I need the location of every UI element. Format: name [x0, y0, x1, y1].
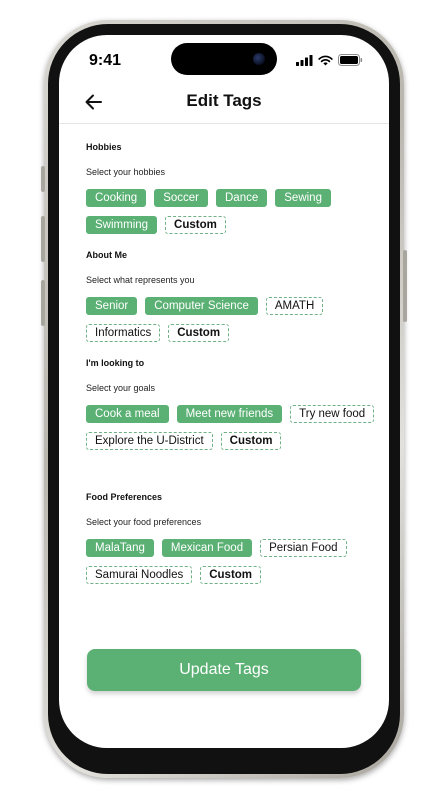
tag-chip-soccer[interactable]: Soccer — [154, 189, 208, 207]
status-time: 9:41 — [89, 52, 122, 69]
section-hobbies: Hobbies Select your hobbies Cooking Socc… — [86, 142, 376, 234]
tag-chip-swimming[interactable]: Swimming — [86, 216, 158, 234]
volume-up-button — [41, 216, 45, 262]
section-subtitle: Select what represents you — [86, 275, 195, 285]
header-divider — [59, 123, 389, 124]
tag-list: Senior Computer Science AMATH Informatic… — [86, 297, 376, 342]
power-button — [403, 250, 407, 322]
tag-chip-dance[interactable]: Dance — [216, 189, 268, 207]
tag-chip-cook-a-meal[interactable]: Cook a meal — [86, 405, 169, 423]
status-icons — [296, 54, 363, 66]
section-looking-to: I'm looking to Select your goals Cook a … — [86, 358, 376, 450]
section-subtitle: Select your food preferences — [86, 517, 202, 527]
tag-chip-malatang[interactable]: MalaTang — [86, 539, 154, 557]
section-about-me: About Me Select what represents you Seni… — [86, 250, 376, 342]
tag-chip-cooking[interactable]: Cooking — [86, 189, 147, 207]
section-subtitle: Select your goals — [86, 383, 156, 393]
tag-chip-computer-science[interactable]: Computer Science — [145, 297, 258, 315]
section-title: I'm looking to — [86, 358, 145, 368]
tag-chip-samurai-noodles[interactable]: Samurai Noodles — [86, 566, 193, 584]
section-subtitle: Select your hobbies — [86, 167, 166, 177]
tag-chip-senior[interactable]: Senior — [86, 297, 138, 315]
volume-down-button — [41, 280, 45, 326]
custom-tag-button[interactable]: Custom — [165, 216, 226, 234]
custom-tag-button[interactable]: Custom — [200, 566, 262, 584]
tag-chip-sewing[interactable]: Sewing — [275, 189, 331, 207]
screen: 9:41 Edit Tags Hobbies Select your hobbi… — [59, 35, 389, 748]
tag-chip-amath[interactable]: AMATH — [265, 297, 324, 315]
tag-list: Cook a meal Meet new friends Try new foo… — [86, 405, 376, 450]
tag-chip-try-new-food[interactable]: Try new food — [290, 405, 375, 423]
cellular-signal-icon — [296, 54, 313, 66]
header: Edit Tags — [59, 89, 389, 123]
tag-chip-explore-u-district[interactable]: Explore the U-District — [86, 432, 213, 450]
battery-icon — [338, 54, 363, 66]
tag-chip-persian-food[interactable]: Persian Food — [260, 539, 347, 557]
tag-chip-informatics[interactable]: Informatics — [86, 324, 161, 342]
silent-switch — [41, 166, 45, 192]
custom-tag-button[interactable]: Custom — [220, 432, 282, 450]
tag-list: Cooking Soccer Dance Sewing Swimming Cus… — [86, 189, 376, 234]
tag-list: MalaTang Mexican Food Persian Food Samur… — [86, 539, 376, 584]
section-title: About Me — [86, 250, 127, 260]
section-food-preferences: Food Preferences Select your food prefer… — [86, 492, 376, 584]
update-tags-button[interactable]: Update Tags — [87, 649, 361, 691]
section-title: Food Preferences — [86, 492, 163, 502]
tag-chip-mexican-food[interactable]: Mexican Food — [161, 539, 253, 557]
section-title: Hobbies — [86, 142, 122, 152]
page-title: Edit Tags — [186, 91, 262, 110]
custom-tag-button[interactable]: Custom — [168, 324, 230, 342]
camera-icon — [253, 53, 265, 65]
wifi-icon — [318, 55, 333, 65]
dynamic-island — [171, 43, 277, 75]
tag-chip-meet-new-friends[interactable]: Meet new friends — [176, 405, 283, 423]
